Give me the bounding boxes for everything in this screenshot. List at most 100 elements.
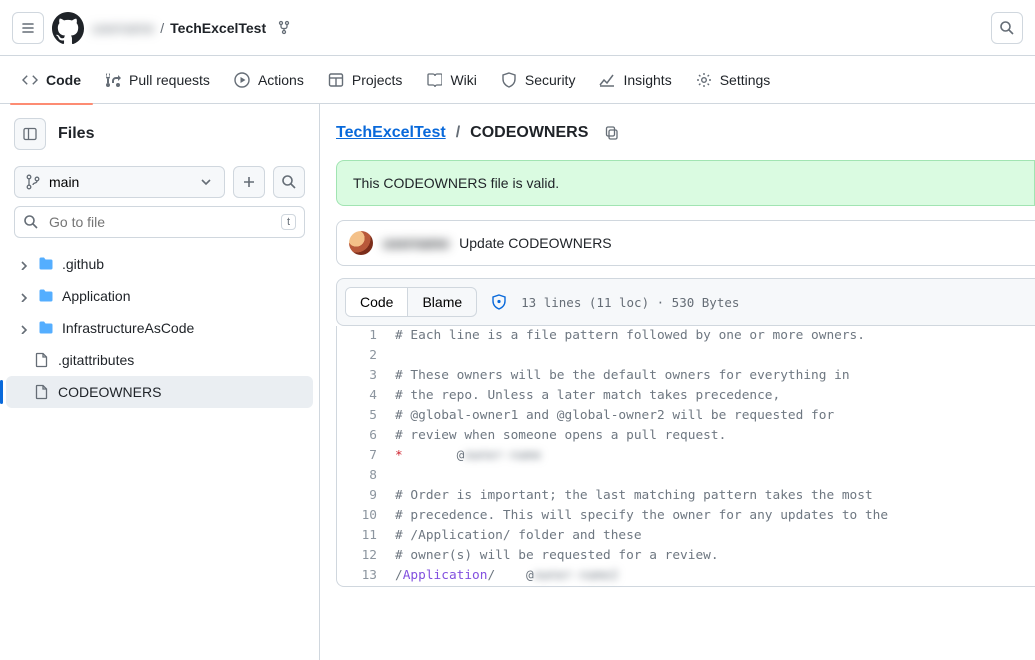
project-icon	[328, 72, 344, 88]
repo-tabs: Code Pull requestsActionsProjects Wiki Secu…	[0, 56, 1035, 104]
tab-actions[interactable]: Actions	[224, 64, 314, 96]
commit-author[interactable]: username	[383, 235, 449, 251]
collapse-tree-button[interactable]	[14, 118, 46, 150]
code-line[interactable]: 11# /Application/ folder and these	[337, 526, 1035, 546]
code-tab[interactable]: Code	[346, 288, 407, 316]
code-line[interactable]: 13/Application/ @owner-name2	[337, 566, 1035, 586]
goto-file-field[interactable]: t	[14, 206, 305, 238]
hamburger-icon	[20, 20, 36, 36]
code-line[interactable]: 5# @global-owner1 and @global-owner2 wil…	[337, 406, 1035, 426]
tree-item-label: .gitattributes	[58, 352, 134, 368]
line-content: # These owners will be the default owner…	[395, 366, 850, 386]
owner-link[interactable]: username	[92, 20, 154, 36]
avatar	[349, 231, 373, 255]
line-number: 8	[337, 466, 395, 486]
tab-insights[interactable]: Insights	[589, 64, 681, 96]
tab-label: Wiki	[450, 72, 476, 88]
tree-folder-InfrastructureAsCode[interactable]: InfrastructureAsCode	[6, 312, 313, 344]
search-tree-button[interactable]	[273, 166, 305, 198]
chevron-down-icon	[198, 174, 214, 190]
tree-file--gitattributes[interactable]: .gitattributes	[6, 344, 313, 376]
chevron-right-icon	[14, 258, 30, 270]
blame-tab[interactable]: Blame	[408, 288, 476, 316]
line-number: 10	[337, 506, 395, 526]
line-content: # the repo. Unless a later match takes p…	[395, 386, 780, 406]
code-icon	[22, 72, 38, 88]
tree-item-label: InfrastructureAsCode	[62, 320, 194, 336]
tab-label: Security	[525, 72, 576, 88]
folder-icon	[38, 256, 54, 272]
breadcrumb-current: CODEOWNERS	[470, 124, 588, 142]
sidebar-icon	[22, 126, 38, 142]
tab-security[interactable]: Security	[491, 64, 586, 96]
graph-icon	[599, 72, 615, 88]
tab-label: Insights	[623, 72, 671, 88]
code-line[interactable]: 3# These owners will be the default owne…	[337, 366, 1035, 386]
line-number: 12	[337, 546, 395, 566]
line-number: 9	[337, 486, 395, 506]
code-line[interactable]: 2	[337, 346, 1035, 366]
tab-projects[interactable]: Projects	[318, 64, 413, 96]
tree-item-label: Application	[62, 288, 131, 304]
gear-icon	[696, 72, 712, 88]
tab-wiki[interactable]: Wiki	[416, 64, 486, 96]
file-icon	[34, 384, 50, 400]
files-title: Files	[58, 125, 94, 143]
tree-item-label: .github	[62, 256, 104, 272]
book-icon	[426, 72, 442, 88]
line-number: 6	[337, 426, 395, 446]
line-number: 3	[337, 366, 395, 386]
search-icon	[23, 214, 39, 230]
line-content: * @owner-name	[395, 446, 541, 466]
tab-pull-requests[interactable]: Pull requests	[95, 64, 220, 96]
commit-message[interactable]: Update CODEOWNERS	[459, 235, 611, 251]
file-tree: .github Application InfrastructureAsCode .g…	[0, 238, 319, 418]
play-icon	[234, 72, 250, 88]
line-content: # Each line is a file pattern followed b…	[395, 326, 865, 346]
tree-folder-Application[interactable]: Application	[6, 280, 313, 312]
code-line[interactable]: 6# review when someone opens a pull requ…	[337, 426, 1035, 446]
tab-settings[interactable]: Settings	[686, 64, 781, 96]
repo-link[interactable]: TechExcelTest	[170, 20, 266, 36]
goto-file-input[interactable]	[47, 213, 273, 231]
codeowners-valid-icon[interactable]	[491, 294, 507, 310]
line-number: 5	[337, 406, 395, 426]
code-line[interactable]: 9# Order is important; the last matching…	[337, 486, 1035, 506]
line-content: # precedence. This will specify the owne…	[395, 506, 888, 526]
line-number: 13	[337, 566, 395, 586]
branch-icon	[25, 174, 41, 190]
code-view[interactable]: 1# Each line is a file pattern followed …	[336, 326, 1035, 587]
code-line[interactable]: 10# precedence. This will specify the ow…	[337, 506, 1035, 526]
breadcrumb-repo[interactable]: TechExcelTest	[336, 124, 446, 142]
latest-commit-bar[interactable]: username Update CODEOWNERS	[336, 220, 1035, 266]
code-line[interactable]: 1# Each line is a file pattern followed …	[337, 326, 1035, 346]
line-content: # owner(s) will be requested for a revie…	[395, 546, 719, 566]
line-content: # @global-owner1 and @global-owner2 will…	[395, 406, 834, 426]
code-line[interactable]: 7* @owner-name	[337, 446, 1035, 466]
line-content: # review when someone opens a pull reque…	[395, 426, 726, 446]
menu-button[interactable]	[12, 12, 44, 44]
line-content: # /Application/ folder and these	[395, 526, 642, 546]
tab-label: Code	[46, 72, 81, 88]
add-file-button[interactable]	[233, 166, 265, 198]
line-number: 7	[337, 446, 395, 466]
line-content: /Application/ @owner-name2	[395, 566, 618, 586]
search-icon	[999, 20, 1015, 36]
tab-code[interactable]: Code	[12, 64, 91, 96]
code-line[interactable]: 4# the repo. Unless a later match takes …	[337, 386, 1035, 406]
validation-banner: This CODEOWNERS file is valid.	[336, 160, 1035, 206]
branch-name: main	[49, 174, 79, 190]
github-logo[interactable]	[52, 12, 84, 44]
code-line[interactable]: 12# owner(s) will be requested for a rev…	[337, 546, 1035, 566]
kbd-hint: t	[281, 214, 296, 230]
branch-select-button[interactable]: main	[14, 166, 225, 198]
file-tree-sidebar: Files main t .github Application Infrastru…	[0, 104, 320, 660]
tree-item-label: CODEOWNERS	[58, 384, 161, 400]
code-line[interactable]: 8	[337, 466, 1035, 486]
copy-path-button[interactable]	[604, 125, 620, 141]
chevron-right-icon	[14, 290, 30, 302]
tree-file-CODEOWNERS[interactable]: CODEOWNERS	[6, 376, 313, 408]
global-search-button[interactable]	[991, 12, 1023, 44]
tree-folder--github[interactable]: .github	[6, 248, 313, 280]
folder-icon	[38, 320, 54, 336]
